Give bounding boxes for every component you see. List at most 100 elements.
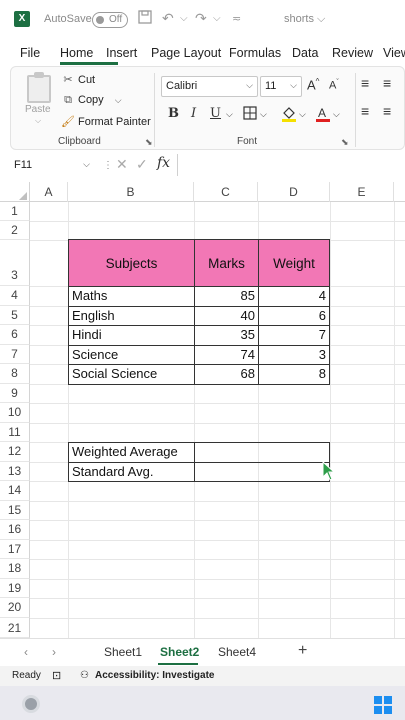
taskbar-app-icon[interactable] bbox=[22, 695, 40, 713]
font-family-select[interactable]: Calibri ⌵ bbox=[161, 76, 258, 97]
paste-icon[interactable] bbox=[27, 72, 51, 103]
tab-review[interactable]: Review bbox=[332, 46, 373, 60]
column-header-c[interactable]: C bbox=[194, 182, 258, 202]
table-cell-subject[interactable]: Social Science bbox=[68, 364, 195, 385]
next-sheet-icon[interactable]: › bbox=[52, 645, 56, 659]
align-middle-icon[interactable]: ≡ bbox=[383, 75, 391, 91]
select-all-button[interactable] bbox=[0, 182, 30, 202]
row-header-9[interactable]: 9 bbox=[0, 383, 30, 403]
customize-toolbar-icon[interactable]: ≂ bbox=[232, 12, 241, 25]
column-header-a[interactable]: A bbox=[30, 182, 68, 202]
insert-function-icon[interactable]: fx bbox=[157, 155, 170, 171]
copy-dropdown-icon[interactable]: ⌵ bbox=[115, 95, 122, 105]
table-cell-weight[interactable]: 8 bbox=[258, 364, 330, 385]
table-cell-marks[interactable]: 40 bbox=[194, 305, 259, 326]
font-launcher-icon[interactable]: ⬊ bbox=[341, 137, 349, 148]
row-header-12[interactable]: 12 bbox=[0, 442, 30, 462]
weighted-average-label[interactable]: Weighted Average bbox=[68, 442, 195, 463]
underline-dropdown-icon[interactable]: ⌵ bbox=[226, 109, 233, 120]
redo-icon[interactable]: ↷ bbox=[195, 10, 207, 27]
fill-color-button[interactable] bbox=[281, 106, 297, 125]
name-box[interactable]: F11 ⌵ bbox=[10, 156, 92, 176]
bold-button[interactable]: B bbox=[168, 106, 179, 121]
align-top-icon[interactable]: ≡ bbox=[361, 75, 369, 91]
decrease-font-size-button[interactable]: Aˇ bbox=[329, 79, 339, 92]
paste-label[interactable]: Paste bbox=[25, 104, 51, 115]
table-cell-weight[interactable]: 3 bbox=[258, 344, 330, 365]
header-cell-subjects[interactable]: Subjects bbox=[68, 239, 195, 287]
row-header-3[interactable]: 3 bbox=[0, 240, 30, 286]
cancel-icon[interactable]: ✕ bbox=[116, 156, 128, 173]
table-cell-marks[interactable]: 35 bbox=[194, 325, 259, 346]
sheet-tab-sheet2[interactable]: Sheet2 bbox=[160, 645, 199, 659]
formula-input[interactable] bbox=[177, 154, 405, 176]
table-cell-marks[interactable]: 68 bbox=[194, 364, 259, 385]
tab-formulas[interactable]: Formulas bbox=[229, 46, 281, 60]
worksheet-grid[interactable]: A B C D E 1 2 3 4 5 6 7 8 9 10 11 12 13 … bbox=[0, 182, 405, 638]
row-header-1[interactable]: 1 bbox=[0, 202, 30, 221]
tab-home[interactable]: Home bbox=[60, 46, 93, 60]
align-center-icon[interactable]: ≡ bbox=[383, 103, 391, 119]
paste-dropdown-icon[interactable]: ⌵ bbox=[35, 116, 41, 126]
row-header-19[interactable]: 19 bbox=[0, 578, 30, 598]
table-cell-subject[interactable]: Maths bbox=[68, 286, 195, 307]
tab-file[interactable]: File bbox=[20, 46, 40, 60]
table-cell-subject[interactable]: Hindi bbox=[68, 325, 195, 346]
column-header-b[interactable]: B bbox=[68, 182, 194, 202]
row-header-10[interactable]: 10 bbox=[0, 403, 30, 423]
redo-dropdown-icon[interactable]: ⌵ bbox=[213, 13, 221, 24]
copy-button[interactable]: ⧉ Copy ⌵ bbox=[61, 94, 122, 107]
italic-button[interactable]: I bbox=[191, 106, 196, 121]
row-header-18[interactable]: 18 bbox=[0, 559, 30, 579]
table-cell-marks[interactable]: 85 bbox=[194, 286, 259, 307]
row-header-5[interactable]: 5 bbox=[0, 305, 30, 325]
font-color-button[interactable]: A bbox=[315, 106, 331, 125]
header-cell-marks[interactable]: Marks bbox=[194, 239, 259, 287]
column-header-d[interactable]: D bbox=[258, 182, 330, 202]
table-cell-weight[interactable]: 4 bbox=[258, 286, 330, 307]
header-cell-weight[interactable]: Weight bbox=[258, 239, 330, 287]
macro-record-icon[interactable]: ⊡ bbox=[52, 669, 61, 682]
row-header-4[interactable]: 4 bbox=[0, 286, 30, 306]
font-color-dropdown-icon[interactable]: ⌵ bbox=[333, 109, 340, 120]
table-cell-subject[interactable]: English bbox=[68, 305, 195, 326]
row-header-16[interactable]: 16 bbox=[0, 520, 30, 540]
previous-sheet-icon[interactable]: ‹ bbox=[24, 645, 28, 659]
row-header-13[interactable]: 13 bbox=[0, 461, 30, 481]
increase-font-size-button[interactable]: A^ bbox=[307, 77, 319, 92]
tab-view[interactable]: View bbox=[383, 46, 405, 60]
sheet-tab-sheet1[interactable]: Sheet1 bbox=[104, 645, 142, 659]
accessibility-icon[interactable]: ⚇ bbox=[80, 670, 89, 681]
tab-data[interactable]: Data bbox=[292, 46, 318, 60]
row-header-17[interactable]: 17 bbox=[0, 539, 30, 559]
tab-insert[interactable]: Insert bbox=[106, 46, 137, 60]
autosave-toggle[interactable]: Off bbox=[92, 12, 128, 28]
row-header-11[interactable]: 11 bbox=[0, 422, 30, 442]
font-size-select[interactable]: 11 ⌵ bbox=[260, 76, 302, 97]
row-header-8[interactable]: 8 bbox=[0, 364, 30, 384]
fill-color-dropdown-icon[interactable]: ⌵ bbox=[299, 109, 306, 120]
undo-dropdown-icon[interactable]: ⌵ bbox=[180, 13, 188, 24]
align-left-icon[interactable]: ≡ bbox=[361, 103, 369, 119]
table-cell-weight[interactable]: 6 bbox=[258, 305, 330, 326]
cut-button[interactable]: ✂ Cut bbox=[61, 73, 95, 86]
row-header-2[interactable]: 2 bbox=[0, 221, 30, 240]
borders-button[interactable] bbox=[243, 106, 257, 123]
formula-bar-handle-icon[interactable]: ⋮ bbox=[103, 160, 113, 171]
format-painter-button[interactable]: 🖌 Format Painter bbox=[61, 115, 151, 128]
enter-icon[interactable]: ✓ bbox=[136, 156, 148, 173]
document-name[interactable]: shorts ⌵ bbox=[284, 13, 325, 26]
row-header-20[interactable]: 20 bbox=[0, 598, 30, 618]
standard-average-label[interactable]: Standard Avg. bbox=[68, 461, 195, 482]
tab-page-layout[interactable]: Page Layout bbox=[151, 46, 221, 60]
row-header-21[interactable]: 21 bbox=[0, 617, 30, 638]
undo-icon[interactable]: ↶ bbox=[162, 10, 174, 27]
row-header-7[interactable]: 7 bbox=[0, 344, 30, 364]
clipboard-launcher-icon[interactable]: ⬊ bbox=[145, 137, 153, 148]
row-header-6[interactable]: 6 bbox=[0, 325, 30, 345]
weighted-average-value-cell[interactable] bbox=[194, 442, 330, 463]
save-icon[interactable] bbox=[138, 10, 152, 27]
column-header-e[interactable]: E bbox=[330, 182, 394, 202]
table-cell-weight[interactable]: 7 bbox=[258, 325, 330, 346]
underline-button[interactable]: U bbox=[210, 106, 221, 121]
